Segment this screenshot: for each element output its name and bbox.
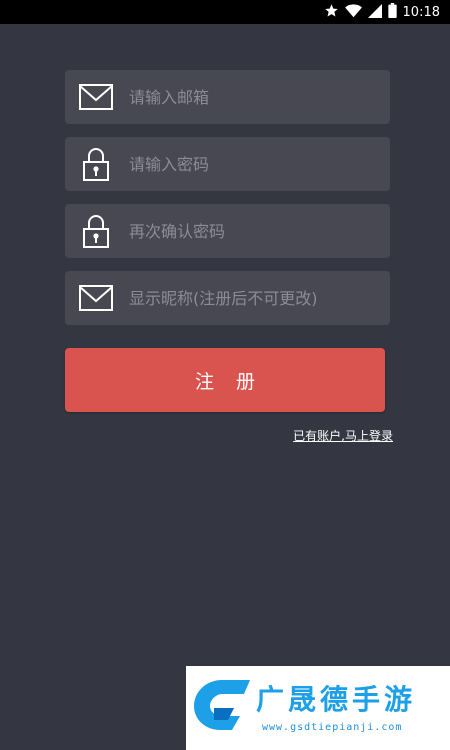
- battery-icon: [387, 2, 397, 22]
- status-icons: 10:18: [324, 2, 440, 22]
- register-button[interactable]: 注 册: [65, 348, 385, 412]
- email-input[interactable]: [129, 77, 390, 117]
- register-screen: 注 册 已有账户,马上登录: [0, 24, 450, 750]
- mail-icon: [65, 271, 127, 325]
- confirm-password-input[interactable]: [129, 211, 390, 251]
- login-link[interactable]: 已有账户,马上登录: [293, 427, 393, 444]
- lock-icon: [65, 137, 127, 191]
- mail-icon: [65, 70, 127, 124]
- nickname-input[interactable]: [129, 278, 390, 318]
- password-input[interactable]: [129, 144, 390, 184]
- star-icon: [324, 3, 339, 22]
- lock-icon: [65, 204, 127, 258]
- watermark-logo-icon: [188, 676, 252, 736]
- password-field[interactable]: [65, 137, 390, 191]
- watermark-url: www.gsdtiepianji.com: [262, 722, 403, 733]
- email-field[interactable]: [65, 70, 390, 124]
- watermark: 广晟德手游 www.gsdtiepianji.com: [186, 666, 450, 750]
- status-time: 10:18: [402, 4, 440, 20]
- status-bar: 10:18: [0, 0, 450, 24]
- signal-icon: [367, 3, 382, 22]
- nickname-field[interactable]: [65, 271, 390, 325]
- wifi-icon: [344, 3, 362, 22]
- confirm-password-field[interactable]: [65, 204, 390, 258]
- watermark-title: 广晟德手游: [256, 683, 417, 716]
